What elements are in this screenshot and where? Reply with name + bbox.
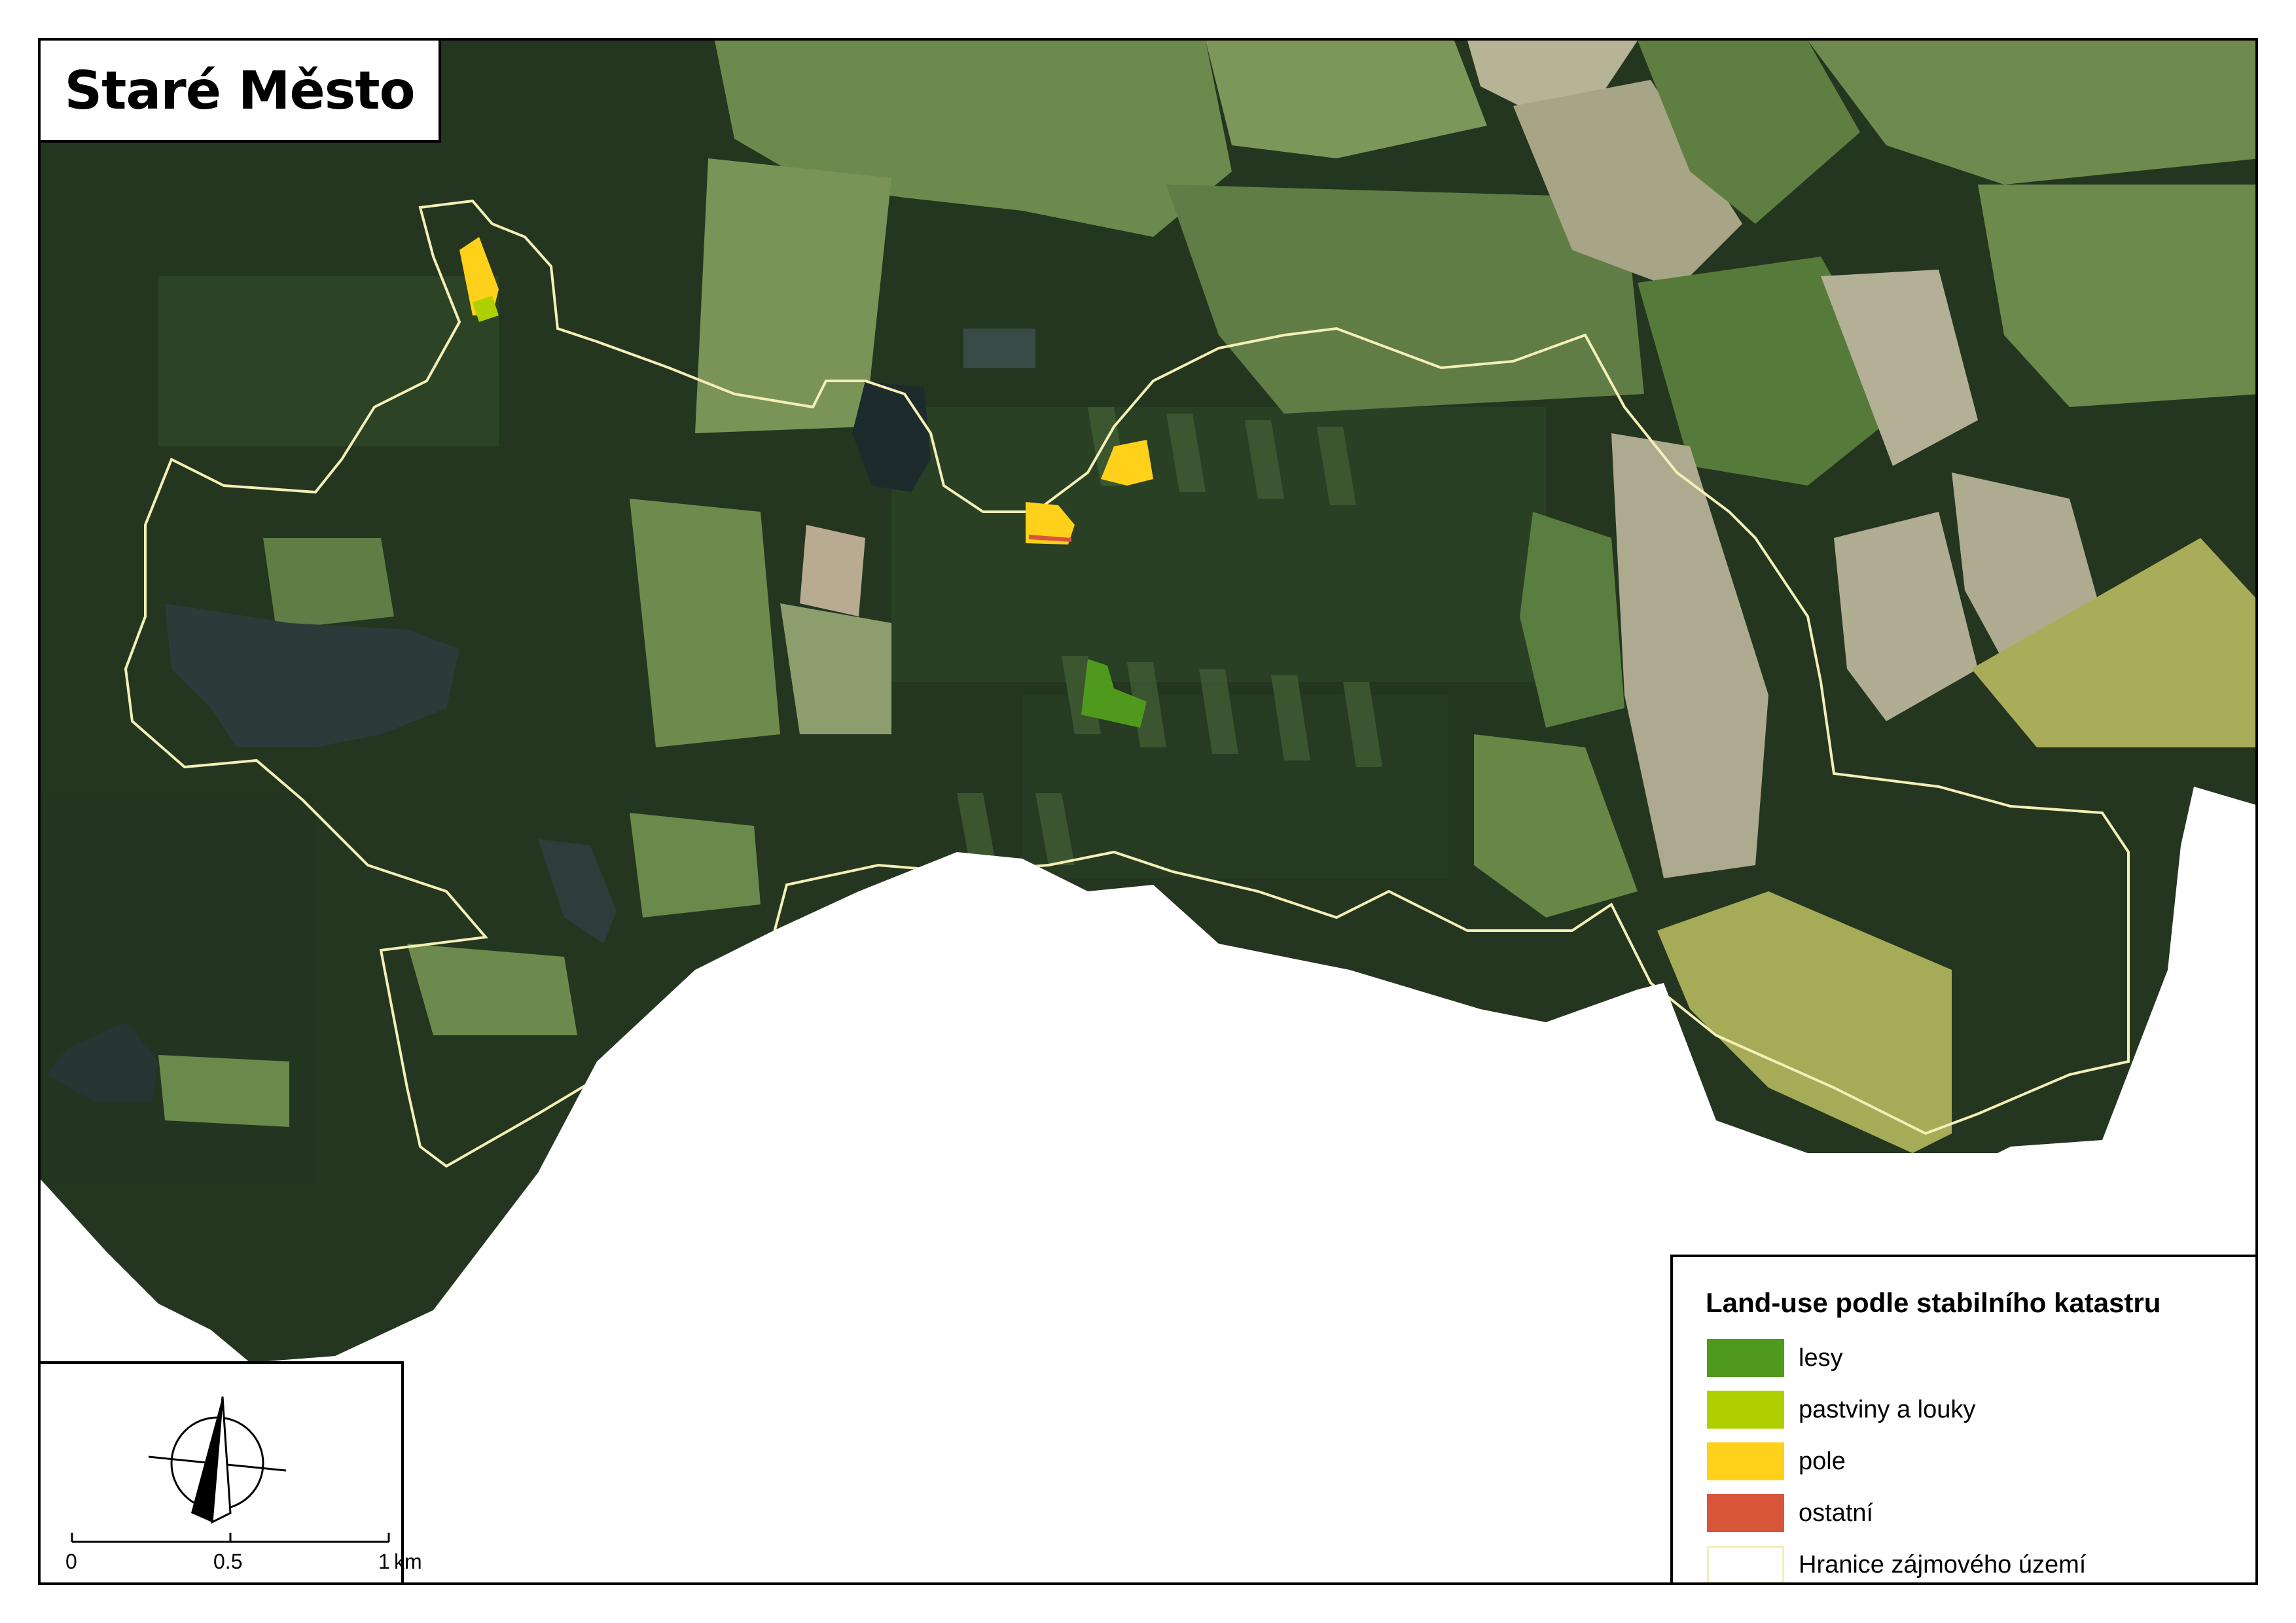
legend-swatch-pastviny	[1707, 1391, 1784, 1429]
scale-unit: km	[394, 1550, 422, 1573]
field-area	[800, 525, 865, 616]
north-arrow-icon	[148, 1396, 287, 1524]
forest-patch	[41, 793, 315, 1186]
meadow-area	[630, 499, 780, 747]
meadow-area	[263, 538, 394, 630]
map-title: Staré Město	[64, 60, 415, 121]
legend-title: Land-use podle stabilního katastru	[1706, 1287, 2161, 1318]
legend-label: lesy	[1799, 1344, 1843, 1372]
scale-tick-0: 0	[65, 1550, 77, 1573]
legend-label: pole	[1799, 1448, 1846, 1475]
legend-label: Hranice zájmového území	[1799, 1551, 2087, 1578]
map-frame: Staré Město 0 0.5 1 km Land-use podle st…	[38, 38, 2258, 1585]
scale-tick-1: 1	[378, 1550, 390, 1573]
legend: Land-use podle stabilního katastru lesy …	[1670, 1255, 2255, 1582]
legend-label: pastviny a louky	[1799, 1396, 1976, 1423]
legend-swatch-ostatni	[1707, 1494, 1784, 1532]
legend-swatch-lesy	[1707, 1339, 1784, 1377]
meadow-area	[407, 944, 577, 1035]
meadow-area	[630, 813, 761, 918]
scale-tick-0-5: 0.5	[213, 1550, 243, 1573]
forest-patch	[891, 407, 1546, 682]
forest-patch	[158, 276, 499, 446]
meadow-area	[780, 603, 891, 734]
legend-swatch-pole	[1707, 1442, 1784, 1480]
meadow-area	[695, 158, 891, 433]
meadow-area	[158, 1055, 289, 1127]
scale-bar	[71, 1533, 390, 1543]
title-box: Staré Město	[41, 41, 441, 143]
legend-label: ostatní	[1799, 1499, 1874, 1527]
north-arrow-box: 0 0.5 1 km	[41, 1361, 422, 1582]
pond-north	[963, 329, 1035, 368]
legend-swatch-hranice	[1707, 1546, 1784, 1582]
